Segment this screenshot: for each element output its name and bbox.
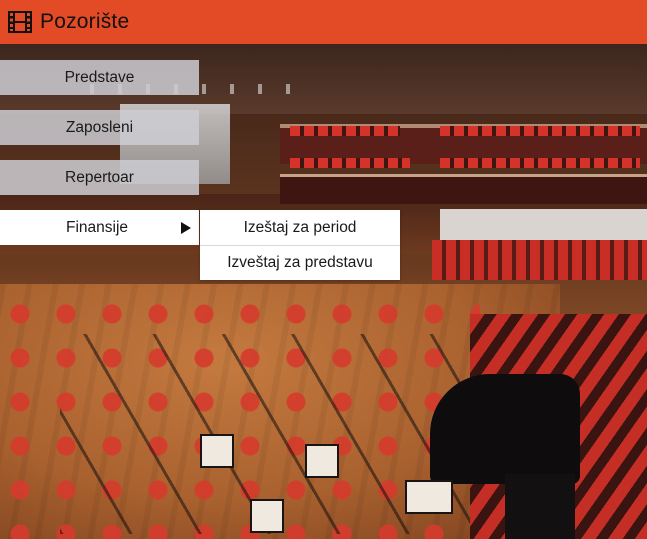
sheet-music: [405, 480, 453, 514]
sheet-music: [200, 434, 234, 468]
submenu-item-label: Izeštaj za period: [243, 218, 357, 236]
balcony-seats: [440, 158, 640, 168]
grand-piano: [430, 374, 580, 484]
app-title: Pozorište: [40, 10, 130, 33]
menu-item-label: Zaposleni: [65, 118, 134, 136]
menu-item-repertoar[interactable]: Repertoar: [0, 160, 199, 195]
menu-item-finansije[interactable]: Finansije: [0, 210, 199, 245]
menu-item-label: Repertoar: [65, 168, 134, 186]
balcony-seats: [290, 158, 410, 168]
film-icon: [7, 9, 33, 35]
app-header: Pozorište: [0, 0, 647, 44]
lower-balcony: [280, 174, 647, 204]
menu-item-label: Finansije: [66, 218, 129, 236]
submenu-item-label: Izveštaj za predstavu: [227, 254, 373, 271]
sheet-music: [305, 444, 339, 478]
balcony-seats: [290, 126, 400, 136]
finansije-submenu: Izeštaj za period Izveštaj za predstavu: [200, 210, 400, 280]
grand-piano-base: [505, 474, 575, 539]
play-arrow-icon: [181, 222, 191, 234]
submenu-item-izvestaj-za-predstavu[interactable]: Izveštaj za predstavu: [200, 245, 400, 280]
sheet-music: [250, 499, 284, 533]
submenu-item-izvestaj-za-period[interactable]: Izeštaj za period: [200, 210, 400, 245]
side-seats: [432, 240, 647, 280]
menu-item-zaposleni[interactable]: Zaposleni: [0, 110, 199, 145]
menu-item-predstave[interactable]: Predstave: [0, 60, 199, 95]
menu-item-label: Predstave: [64, 68, 135, 86]
balcony-seats: [440, 126, 640, 136]
